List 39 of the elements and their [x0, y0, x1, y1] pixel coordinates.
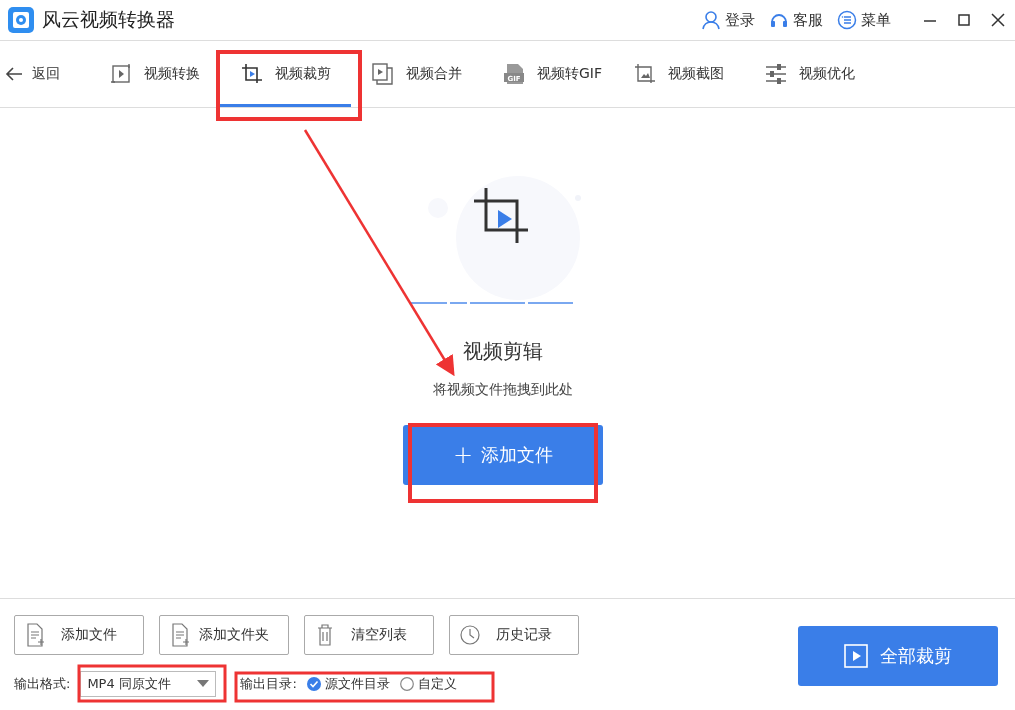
output-dir-label: 输出目录: — [240, 675, 297, 693]
header-action[interactable]: 菜单 — [837, 10, 891, 30]
header-action[interactable]: 客服 — [769, 10, 823, 30]
menu-icon — [837, 10, 857, 30]
user-icon — [701, 10, 721, 30]
radio-option[interactable]: 源文件目录 — [306, 675, 390, 693]
maximize-button[interactable] — [955, 11, 973, 29]
screenshot-icon — [634, 63, 656, 85]
toolbar-button[interactable]: 添加文件夹 — [159, 615, 289, 655]
add-file-button[interactable]: + 添加文件 — [403, 425, 603, 485]
close-button[interactable] — [989, 11, 1007, 29]
play-icon — [844, 644, 868, 668]
file-add-icon — [170, 623, 190, 647]
tab[interactable]: 视频合并 — [351, 41, 482, 107]
format-dropdown[interactable]: MP4 同原文件 — [80, 671, 217, 697]
file-add-icon — [25, 623, 45, 647]
tab[interactable]: 视频转换 — [89, 41, 220, 107]
format-label: 输出格式: — [14, 675, 71, 693]
drop-hint: 将视频文件拖拽到此处 — [433, 381, 573, 399]
app-logo-icon — [8, 7, 34, 33]
optimize-icon — [765, 63, 787, 85]
tab[interactable]: 视频优化 — [744, 41, 875, 107]
toolbar-button[interactable]: 添加文件 — [14, 615, 144, 655]
window-title: 风云视频转换器 — [42, 7, 175, 32]
toolbar-button[interactable]: 历史记录 — [449, 615, 579, 655]
caret-icon — [197, 680, 210, 688]
tab[interactable]: 视频裁剪 — [220, 41, 351, 107]
toolbar-button[interactable]: 清空列表 — [304, 615, 434, 655]
convert-icon — [110, 63, 132, 85]
crop-icon — [241, 63, 263, 85]
tab[interactable]: 视频截图 — [613, 41, 744, 107]
radio-option[interactable]: 自定义 — [399, 675, 457, 693]
clock-icon — [460, 623, 480, 647]
merge-icon — [372, 63, 394, 85]
trash-icon — [315, 623, 335, 647]
header-action[interactable]: 登录 — [701, 10, 755, 30]
back-button[interactable]: 返回 — [0, 41, 89, 107]
crop-all-button[interactable]: 全部裁剪 — [798, 626, 998, 686]
drop-zone-title: 视频剪辑 — [463, 338, 543, 365]
